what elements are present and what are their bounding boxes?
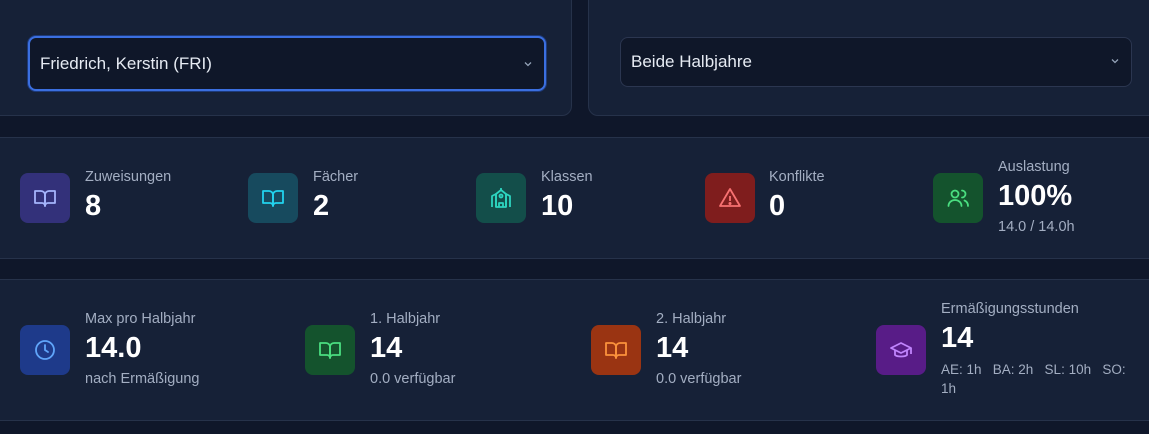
stat-value: 8 [85,190,102,222]
graduation-cap-icon [890,342,912,358]
halbjahr-select[interactable]: Beide Halbjahre [620,37,1132,87]
stat-label: Ermäßigungsstunden [941,301,1079,317]
stat-value: 14 [941,322,974,354]
stat-subtext-wrap: 1h [941,381,957,396]
stat-value: 2 [313,190,330,222]
stat-label: Max pro Halbjahr [85,311,196,327]
teacher-select[interactable]: Friedrich, Kerstin (FRI) [28,36,546,91]
stat-value: 14.0 [85,332,142,364]
book-open-icon [605,342,627,359]
stat-value: 14 [656,332,689,364]
clock-icon [35,340,55,360]
stat-subtext: 0.0 verfügbar [370,371,456,387]
stat-icon-box [20,173,70,223]
stat-label: 1. Halbjahr [370,311,441,327]
alert-triangle-icon [719,188,741,207]
stat-icon-box [876,325,926,375]
chevron-down-icon [524,62,532,67]
book-open-icon [262,190,284,207]
stat-value: 14 [370,332,403,364]
users-icon [947,189,969,207]
halbjahr-select-value: Beide Halbjahre [631,52,752,71]
stat-icon-box [933,173,983,223]
stat-subtext: nach Ermäßigung [85,371,200,387]
stat-label: Auslastung [998,159,1070,175]
teacher-select-card: Friedrich, Kerstin (FRI) [0,0,572,116]
book-open-icon [34,190,56,207]
book-open-icon [319,342,341,359]
stat-value: 0 [769,190,786,222]
stat-label: Klassen [541,169,593,185]
stat-subtext: AE: 1h BA: 2h SL: 10h SO: [941,362,1126,377]
stat-icon-box [705,173,755,223]
stat-icon-box [305,325,355,375]
stat-subtext: 14.0 / 14.0h [998,219,1075,235]
stat-icon-box [20,325,70,375]
stat-value: 100% [998,180,1073,212]
chevron-down-icon [1111,59,1119,64]
stat-label: Zuweisungen [85,169,172,185]
stat-value: 10 [541,190,574,222]
school-icon [491,188,511,208]
stat-icon-box [476,173,526,223]
stat-label: Konflikte [769,169,825,185]
teacher-select-value: Friedrich, Kerstin (FRI) [40,53,212,73]
stat-label: 2. Halbjahr [656,311,727,327]
stat-icon-box [591,325,641,375]
stat-label: Fächer [313,169,359,185]
stat-icon-box [248,173,298,223]
halbjahr-filter-card: Beide Halbjahre [588,0,1149,116]
stat-subtext: 0.0 verfügbar [656,371,742,387]
